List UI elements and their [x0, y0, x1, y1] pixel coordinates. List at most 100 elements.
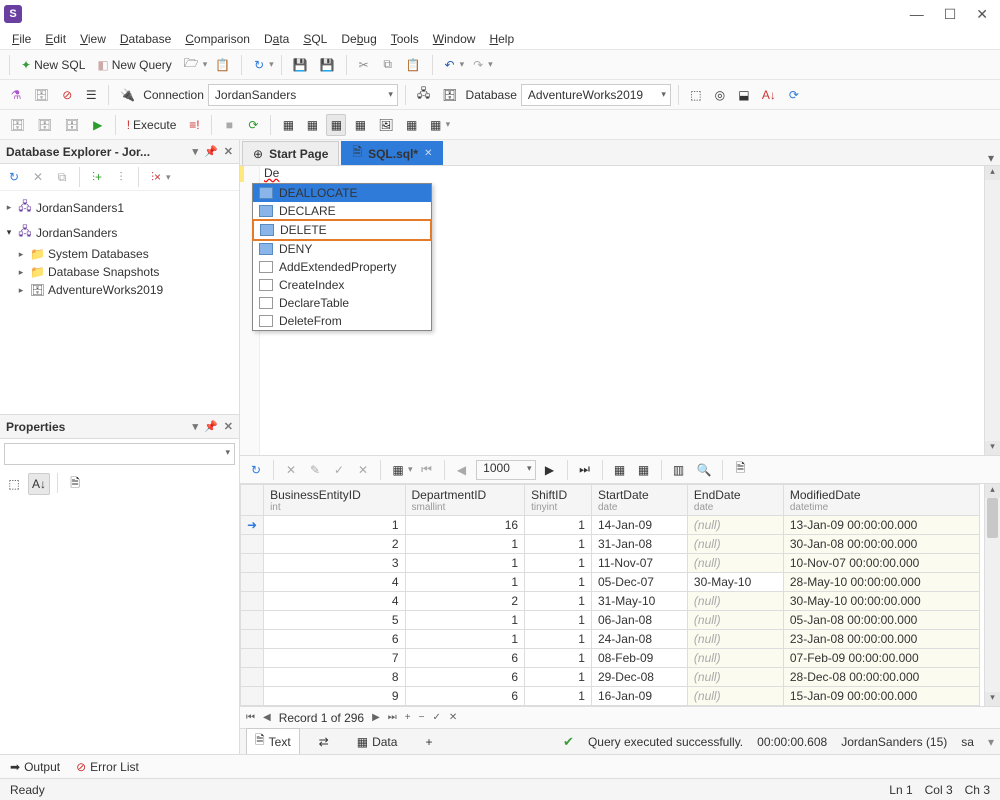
props-close-icon[interactable]: ✕ — [224, 420, 233, 433]
tool2-icon[interactable]: ◎ — [710, 84, 730, 106]
props-pin-icon[interactable]: 📌 — [204, 420, 218, 433]
menu-edit[interactable]: Edit — [39, 30, 72, 48]
grid4-icon[interactable]: ▦ — [350, 114, 370, 136]
grid-x-icon[interactable]: ✕ — [353, 459, 373, 481]
status-more-icon[interactable]: ▾ — [988, 735, 994, 749]
menu-sql[interactable]: SQL — [297, 30, 333, 48]
tree-server-2[interactable]: ▾🖧JordanSanders — [2, 220, 237, 245]
table-row[interactable]: 961 16-Jan-09(null)15-Jan-09 00:00:00.00… — [241, 687, 980, 706]
ac-item-createindex[interactable]: CreateIndex — [253, 276, 431, 294]
nav-first-icon[interactable]: ⏮ — [246, 712, 255, 723]
foot-tab-text[interactable]: 🗎Text — [246, 728, 300, 755]
grid6-icon[interactable]: ▦ — [426, 114, 446, 136]
nav-next-icon[interactable]: ▶ — [372, 712, 380, 723]
foot-tab-data[interactable]: ▦Data — [348, 732, 407, 752]
grid-edit-icon[interactable]: ✎ — [305, 459, 325, 481]
table-row[interactable]: 421 31-May-10(null)30-May-10 00:00:00.00… — [241, 592, 980, 611]
nav-ok-icon[interactable]: ✓ — [432, 712, 440, 723]
tree-db-aw[interactable]: ▸🗄AdventureWorks2019 — [2, 281, 237, 299]
explorer-copy-icon[interactable]: ⧉ — [52, 166, 72, 188]
exec-opt-icon[interactable]: ≡! — [184, 114, 204, 136]
tool1-icon[interactable]: ⬚ — [686, 84, 706, 106]
view1-icon[interactable]: ▦ — [610, 459, 630, 481]
open-button[interactable]: 🗁 — [180, 54, 203, 76]
panel-menu-icon[interactable]: ▾ — [193, 145, 199, 158]
cut-button[interactable]: ✂ — [354, 54, 374, 76]
tree-sysdb[interactable]: ▸📁System Databases — [2, 245, 237, 263]
copy-button[interactable]: ⧉ — [378, 54, 398, 76]
nav-prev-icon[interactable]: ◀ — [263, 712, 271, 723]
new-query-button[interactable]: ◧New Query — [93, 54, 175, 76]
close-button[interactable]: ✕ — [976, 6, 988, 23]
ac-item-declare[interactable]: DECLARE — [253, 202, 431, 220]
grid1-icon[interactable]: ▦ — [278, 114, 298, 136]
save-button[interactable]: 💾 — [289, 54, 312, 76]
table-row[interactable]: 211 31-Jan-08(null)30-Jan-08 00:00:00.00… — [241, 535, 980, 554]
table-row[interactable]: 611 24-Jan-08(null)23-Jan-08 00:00:00.00… — [241, 630, 980, 649]
tool3-icon[interactable]: ⬓ — [734, 84, 754, 106]
panel-close-icon[interactable]: ✕ — [224, 145, 233, 158]
sync-button[interactable]: ↻ — [249, 54, 269, 76]
clipboard-button[interactable]: 📋 — [211, 54, 234, 76]
grid-cancel-icon[interactable]: ✕ — [281, 459, 301, 481]
refresh-button[interactable]: ⟳ — [784, 84, 804, 106]
props-menu-icon[interactable]: ▾ — [193, 420, 199, 433]
menu-comparison[interactable]: Comparison — [179, 30, 256, 48]
stop-button[interactable]: ■ — [219, 114, 239, 136]
menu-database[interactable]: Database — [114, 30, 177, 48]
table-row[interactable]: 511 06-Jan-08(null)05-Jan-08 00:00:00.00… — [241, 611, 980, 630]
cycle-icon[interactable]: ⟳ — [243, 114, 263, 136]
nav-add-icon[interactable]: + — [405, 712, 411, 723]
col-enddate[interactable]: EndDatedate — [687, 485, 783, 516]
page-prev-icon[interactable]: ◀ — [452, 459, 472, 481]
foot-tab-swap[interactable]: ⇄ — [310, 732, 338, 752]
table-row[interactable]: 311 11-Nov-07(null)10-Nov-07 00:00:00.00… — [241, 554, 980, 573]
table-row[interactable]: 761 08-Feb-09(null)07-Feb-09 00:00:00.00… — [241, 649, 980, 668]
tree-server-1[interactable]: ▸🖧JordanSanders1 — [2, 195, 237, 220]
ac-item-deletefrom[interactable]: DeleteFrom — [253, 312, 431, 330]
undo-button[interactable]: ↶ — [440, 54, 460, 76]
paste-button[interactable]: 📋 — [402, 54, 425, 76]
tab-start-page[interactable]: ⊕Start Page — [242, 141, 339, 165]
img-icon[interactable]: 🖼 — [374, 114, 397, 136]
explorer-filter1-icon[interactable]: ⫶+ — [87, 166, 107, 188]
ac-item-delete[interactable]: DELETE — [252, 219, 432, 241]
table-row[interactable]: ➜ 1161 14-Jan-09(null)13-Jan-09 00:00:00… — [241, 516, 980, 535]
database-combo[interactable]: AdventureWorks2019 — [521, 84, 671, 106]
col-shiftid[interactable]: ShiftIDtinyint — [525, 485, 592, 516]
output-tab[interactable]: ➡Output — [10, 760, 60, 774]
menu-file[interactable]: FFileile — [6, 30, 37, 48]
explorer-filter2-icon[interactable]: ⫶ — [111, 166, 131, 188]
ac-item-addextprop[interactable]: AddExtendedProperty — [253, 258, 431, 276]
new-sql-button[interactable]: ✦New SQL — [17, 54, 89, 76]
grid3-icon[interactable]: ▦ — [326, 114, 346, 136]
menu-help[interactable]: Help — [483, 30, 520, 48]
grid-scrollbar[interactable]: ▴▾ — [984, 484, 1000, 706]
server-icon[interactable]: 🖧 — [413, 84, 434, 106]
col-businessentityid[interactable]: BusinessEntityIDint — [264, 485, 405, 516]
disconnect-button[interactable]: ⊘ — [57, 84, 77, 106]
tabs-overflow-icon[interactable]: ▾ — [982, 151, 1000, 165]
tab-close-icon[interactable]: ✕ — [424, 148, 432, 159]
db-icon[interactable]: 🗄 — [30, 84, 53, 106]
list-icon[interactable]: ☰ — [81, 84, 101, 106]
execute-button[interactable]: !Execute — [123, 114, 181, 136]
nav-cancel-icon[interactable]: ✕ — [449, 712, 457, 723]
connection-combo[interactable]: JordanSanders — [208, 84, 398, 106]
table-row[interactable]: 411 05-Dec-0730-May-1028-May-10 00:00:00… — [241, 573, 980, 592]
explorer-filter3-icon[interactable]: ⫶× — [146, 166, 166, 188]
minimize-button[interactable]: — — [910, 6, 924, 23]
export-icon[interactable]: 🗎 — [730, 459, 750, 481]
tree-snapshots[interactable]: ▸📁Database Snapshots — [2, 263, 237, 281]
grid-mode-icon[interactable]: ▦ — [388, 459, 408, 481]
db-action2-icon[interactable]: 🗄 — [33, 114, 56, 136]
tab-sql-file[interactable]: 🗎SQL.sql*✕ — [341, 141, 443, 165]
results-grid[interactable]: BusinessEntityIDint DepartmentIDsmallint… — [240, 484, 1000, 706]
plug-icon[interactable]: 🔌 — [116, 84, 139, 106]
foot-tab-add[interactable]: + — [416, 732, 441, 752]
run-button[interactable]: ▶ — [88, 114, 108, 136]
save-all-button[interactable]: 💾 — [316, 54, 339, 76]
page-last-icon[interactable]: ⏭ — [575, 459, 595, 481]
col-departmentid[interactable]: DepartmentIDsmallint — [405, 485, 525, 516]
view2-icon[interactable]: ▦ — [634, 459, 654, 481]
